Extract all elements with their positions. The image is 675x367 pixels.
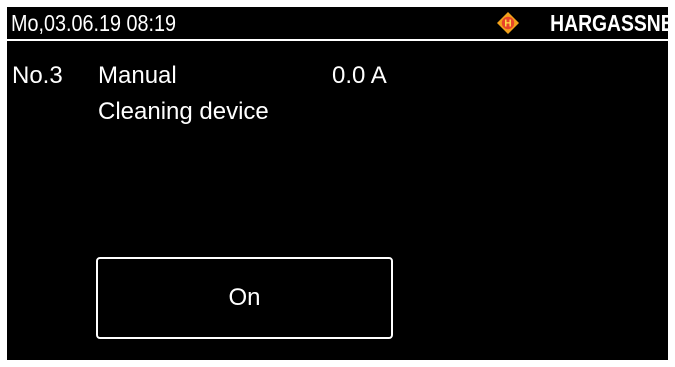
status-bar: Mo,03.06.19 08:19 H HARGASSNER — [7, 7, 668, 41]
date-time-display: Mo,03.06.19 08:19 — [11, 10, 176, 36]
brand-name: HARGASSNER — [550, 10, 668, 36]
controller-screen: Mo,03.06.19 08:19 H HARGASSNER No.3 Manu… — [7, 7, 668, 360]
logo-letter: H — [505, 19, 512, 30]
on-button[interactable]: On — [96, 257, 393, 339]
device-name: Cleaning device — [98, 98, 269, 125]
brand: H HARGASSNER — [497, 10, 668, 36]
current-reading: 0.0 A — [332, 62, 387, 89]
operating-mode: Manual — [98, 62, 177, 89]
device-number: No.3 — [12, 62, 63, 89]
hargassner-logo-icon: H — [497, 12, 520, 34]
